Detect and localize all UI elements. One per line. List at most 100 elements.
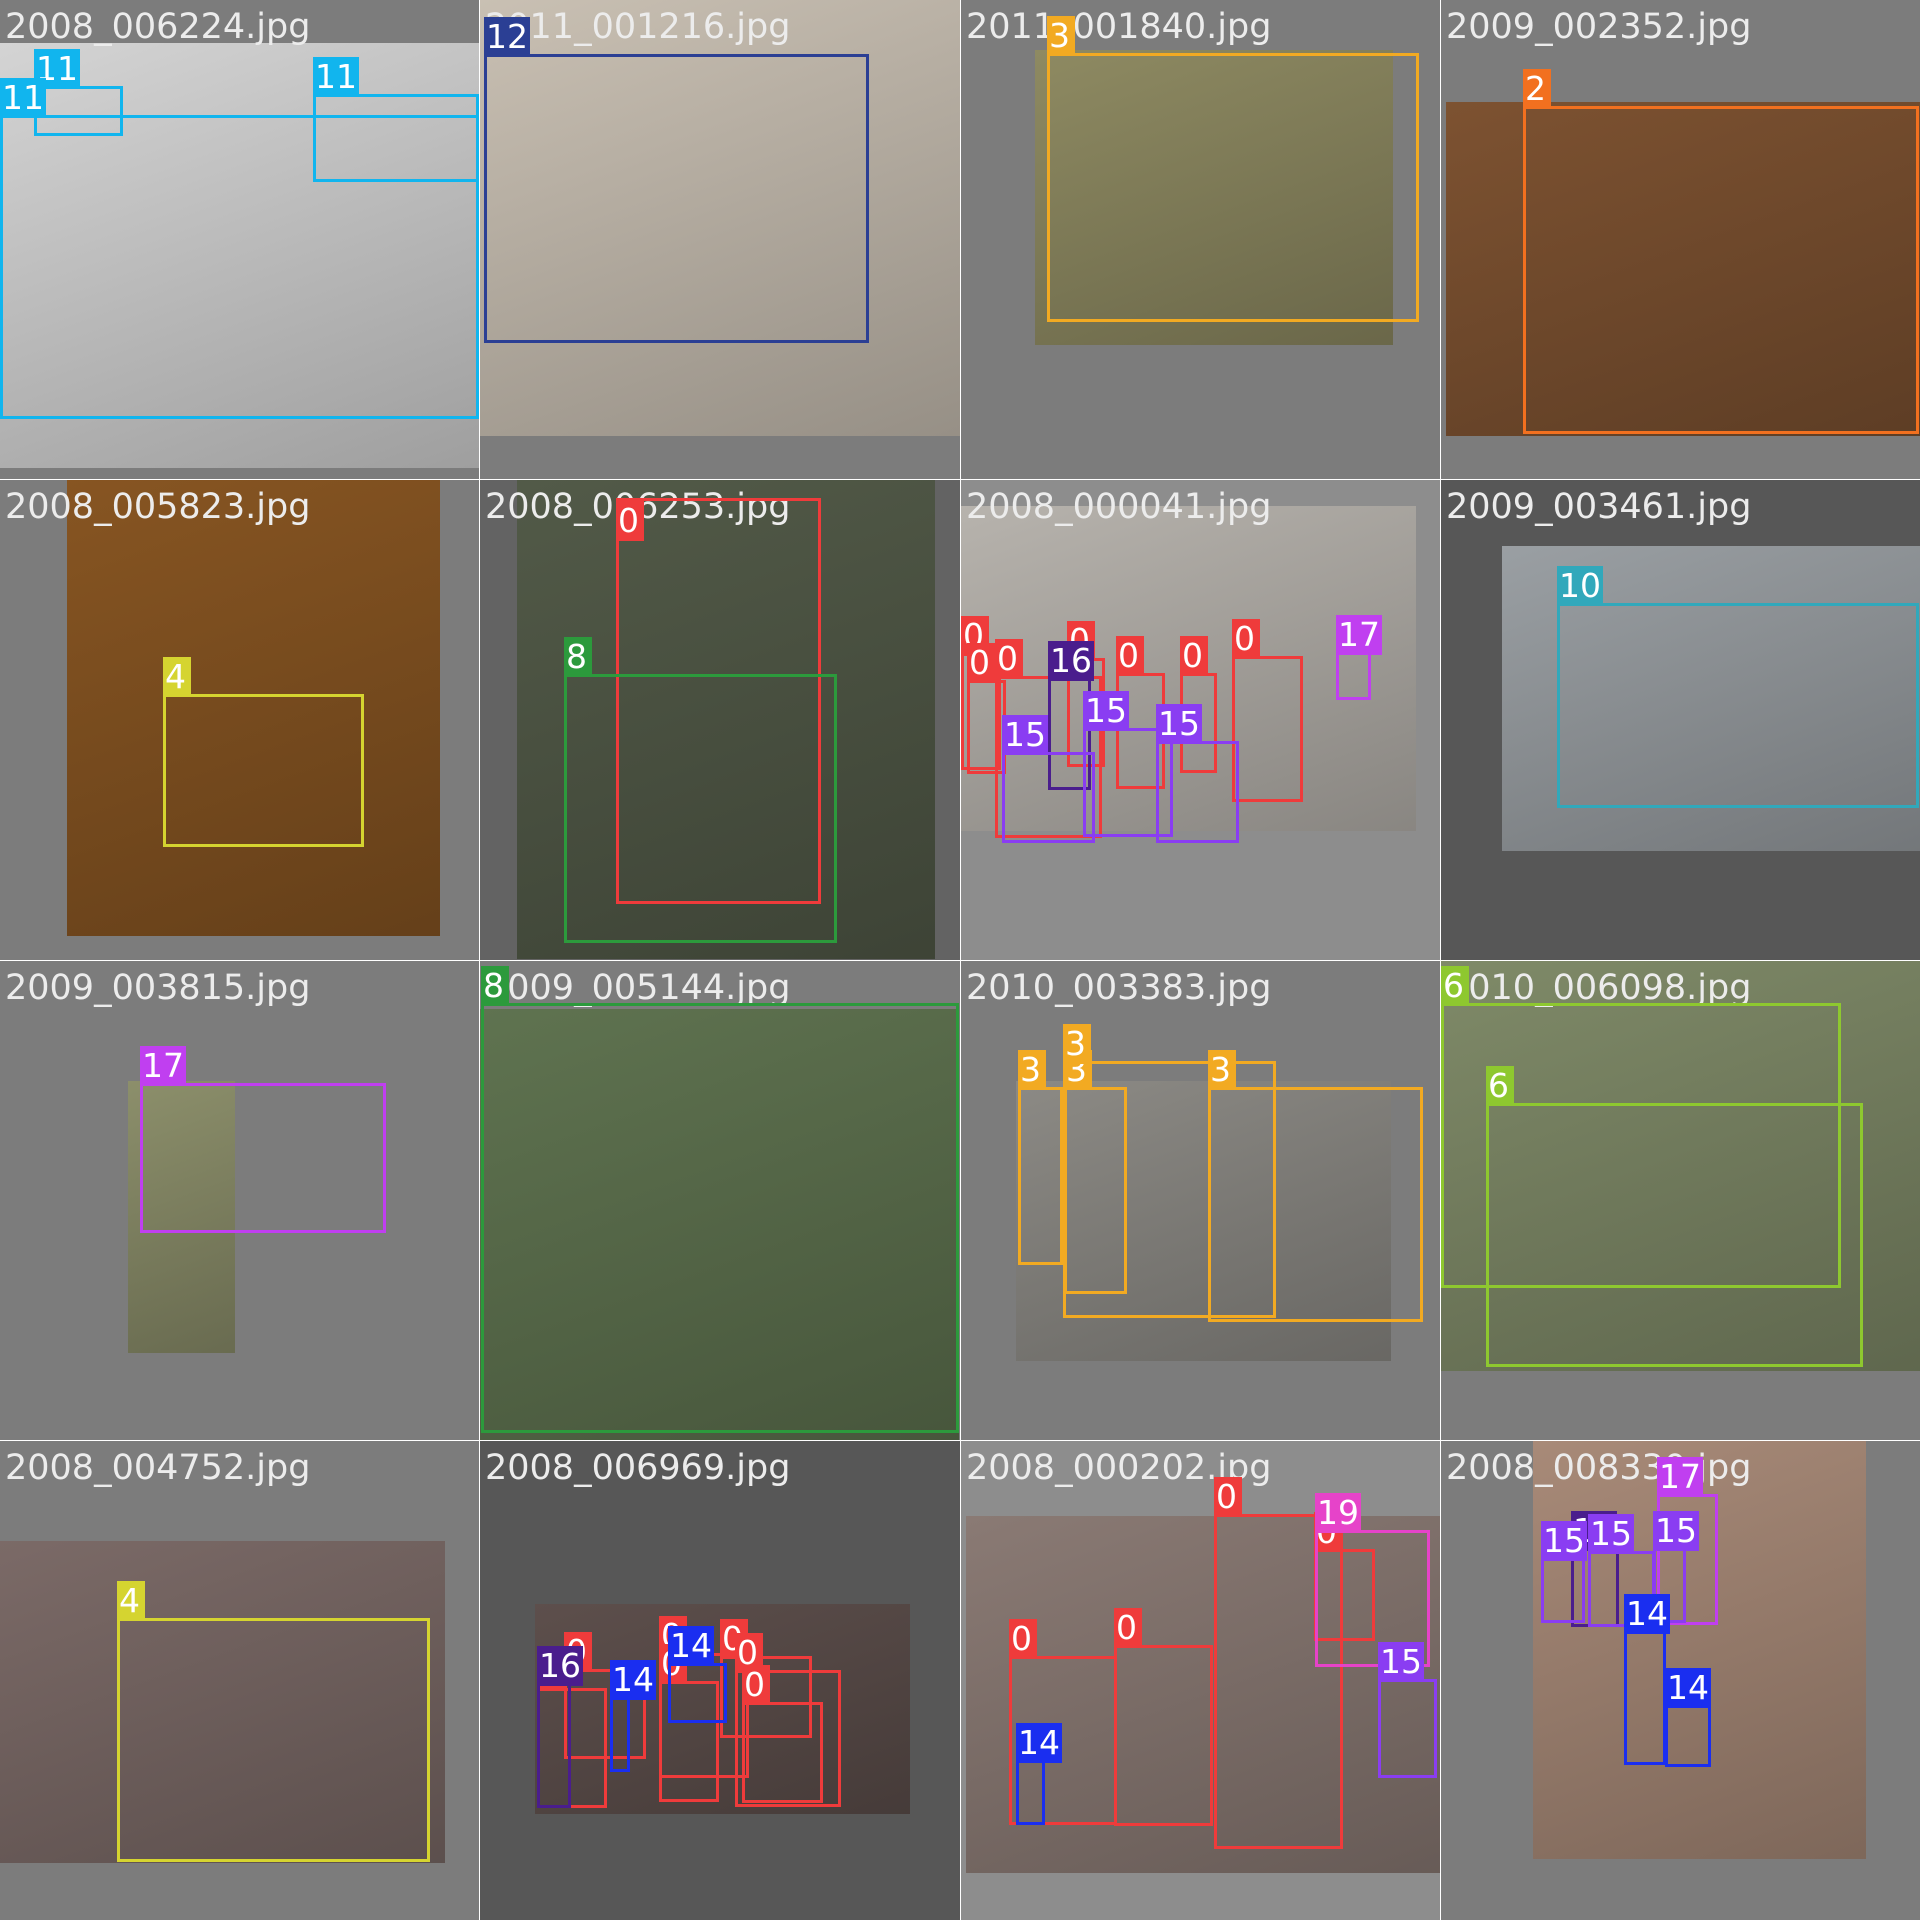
grid-divider bbox=[1440, 0, 1441, 1920]
class-label: 10 bbox=[1557, 566, 1603, 606]
tile-filename: 2008_005823.jpg bbox=[5, 487, 311, 527]
class-label: 11 bbox=[0, 78, 46, 118]
mosaic-tile: 2008_006253.jpg08 bbox=[480, 480, 960, 960]
tile-filename: 2009_002352.jpg bbox=[1446, 7, 1752, 47]
class-label: 15 bbox=[1002, 715, 1048, 755]
tile-filename: 2010_003383.jpg bbox=[966, 968, 1272, 1008]
class-label: 8 bbox=[564, 637, 592, 677]
tile-filename: 2008_000041.jpg bbox=[966, 487, 1272, 527]
class-label: 3 bbox=[1047, 16, 1075, 56]
class-label: 2 bbox=[1523, 69, 1551, 109]
bounding-box: 11 bbox=[313, 57, 479, 182]
class-label: 15 bbox=[1378, 1642, 1424, 1682]
class-label: 14 bbox=[610, 1660, 656, 1700]
mosaic-tile: 2008_006224.jpg 11 11 11 bbox=[0, 0, 479, 479]
mosaic-tile: 2009_003815.jpg 17 bbox=[0, 961, 479, 1440]
grid-divider bbox=[0, 960, 1920, 961]
mosaic-tile: 2009_005144.jpg 8 bbox=[480, 961, 960, 1440]
class-label: 15 bbox=[1083, 691, 1129, 731]
class-label: 3 bbox=[1018, 1050, 1046, 1090]
tile-filename: 2008_004752.jpg bbox=[5, 1448, 311, 1488]
tile-filename: 2009_003815.jpg bbox=[5, 968, 311, 1008]
bounding-box: 12 bbox=[484, 17, 869, 343]
class-label: 8 bbox=[481, 966, 509, 1006]
bounding-box: 10 bbox=[1557, 566, 1919, 808]
bounding-box: 2 bbox=[1523, 69, 1919, 434]
bounding-box: 15 bbox=[1002, 715, 1095, 843]
mosaic-tile: 2011_001216.jpg 12 bbox=[480, 0, 960, 479]
mosaic-tile: 2009_002352.jpg 2 bbox=[1441, 0, 1920, 479]
mosaic-tile: 2008_004752.jpg 4 bbox=[0, 1441, 479, 1920]
bounding-box: 14 bbox=[1016, 1723, 1062, 1825]
class-label: 0 bbox=[742, 1665, 770, 1705]
class-label: 0 bbox=[616, 501, 644, 541]
bounding-box: 8 bbox=[481, 966, 959, 1433]
bounding-box: 14 bbox=[668, 1626, 727, 1723]
class-label: 14 bbox=[1624, 1594, 1670, 1634]
class-label: 0 bbox=[1114, 1608, 1142, 1648]
class-label: 15 bbox=[1156, 704, 1202, 744]
bounding-box: 15 bbox=[1378, 1642, 1437, 1778]
mosaic-grid: 2008_006224.jpg 11 11 11 2011_001216.jpg 12 20… bbox=[0, 0, 1920, 1920]
bounding-box: 17 bbox=[140, 1046, 386, 1233]
class-label: 6 bbox=[1441, 966, 1469, 1006]
bounding-box: 8 bbox=[564, 637, 837, 943]
bounding-box: 0 bbox=[742, 1665, 823, 1803]
mosaic-tile: 2008_008330.jpg17161515151414 bbox=[1441, 1441, 1920, 1920]
tile-filename: 2008_008330.jpg bbox=[1446, 1448, 1752, 1488]
class-label: 17 bbox=[1657, 1457, 1703, 1497]
class-label: 17 bbox=[1336, 615, 1382, 655]
class-label: 15 bbox=[1588, 1514, 1634, 1554]
class-label: 15 bbox=[1653, 1511, 1699, 1551]
tile-filename: 2009_003461.jpg bbox=[1446, 487, 1752, 527]
class-label: 0 bbox=[967, 643, 995, 683]
class-label: 0 bbox=[1116, 636, 1144, 676]
bounding-box: 17 bbox=[1336, 615, 1382, 700]
class-label: 19 bbox=[1315, 1493, 1361, 1533]
class-label: 3 bbox=[1208, 1050, 1236, 1090]
class-label: 16 bbox=[1048, 641, 1094, 681]
bounding-box: 4 bbox=[117, 1581, 430, 1862]
bounding-box: 3 bbox=[1208, 1050, 1423, 1322]
class-label: 17 bbox=[140, 1046, 186, 1086]
bounding-box: 4 bbox=[163, 657, 364, 847]
class-label: 6 bbox=[1486, 1066, 1514, 1106]
class-label: 0 bbox=[1009, 1619, 1037, 1659]
class-label: 11 bbox=[313, 57, 359, 97]
bounding-box: 15 bbox=[1541, 1521, 1587, 1623]
mosaic-tile: 2010_006098.jpg 6 6 bbox=[1441, 961, 1920, 1440]
grid-divider bbox=[0, 1440, 1920, 1441]
bounding-box: 15 bbox=[1156, 704, 1239, 843]
class-label: 0 bbox=[995, 639, 1023, 679]
bounding-box: 14 bbox=[610, 1660, 656, 1772]
class-label: 14 bbox=[1665, 1668, 1711, 1708]
bounding-box: 16 bbox=[537, 1646, 583, 1808]
class-label: 16 bbox=[537, 1646, 583, 1686]
mosaic-tile: 2010_003383.jpg 3 3 3 3 bbox=[961, 961, 1440, 1440]
mosaic-tile: 2009_003461.jpg 10 bbox=[1441, 480, 1920, 960]
bounding-box: 14 bbox=[1624, 1594, 1670, 1765]
bounding-box: 3 bbox=[1047, 16, 1419, 322]
mosaic-tile: 2008_006969.jpg0000000161414 bbox=[480, 1441, 960, 1920]
mosaic-tile: 2008_005823.jpg 4 bbox=[0, 480, 479, 960]
tile-filename: 2008_006224.jpg bbox=[5, 7, 311, 47]
bounding-box: 0 bbox=[1232, 619, 1303, 802]
mosaic-tile: 2011_001840.jpg 3 bbox=[961, 0, 1440, 479]
class-label: 14 bbox=[668, 1626, 714, 1666]
mosaic-tile: 2008_000202.jpg0000191514 bbox=[961, 1441, 1440, 1920]
class-label: 12 bbox=[484, 17, 530, 57]
bounding-box: 6 bbox=[1486, 1066, 1863, 1367]
class-label: 0 bbox=[1180, 636, 1208, 676]
class-label: 15 bbox=[1541, 1521, 1587, 1561]
class-label: 0 bbox=[1214, 1477, 1242, 1517]
mosaic-tile: 2008_000041.jpg00000001615151517 bbox=[961, 480, 1440, 960]
class-label: 3 bbox=[1063, 1024, 1091, 1064]
tile-filename: 2011_001216.jpg bbox=[485, 7, 791, 47]
class-label: 0 bbox=[1232, 619, 1260, 659]
bounding-box: 14 bbox=[1665, 1668, 1711, 1767]
class-label: 14 bbox=[1016, 1723, 1062, 1763]
class-label: 4 bbox=[163, 657, 191, 697]
tile-filename: 2008_006969.jpg bbox=[485, 1448, 791, 1488]
bounding-box: 3 bbox=[1018, 1050, 1063, 1265]
tile-filename: 2011_001840.jpg bbox=[966, 7, 1272, 47]
